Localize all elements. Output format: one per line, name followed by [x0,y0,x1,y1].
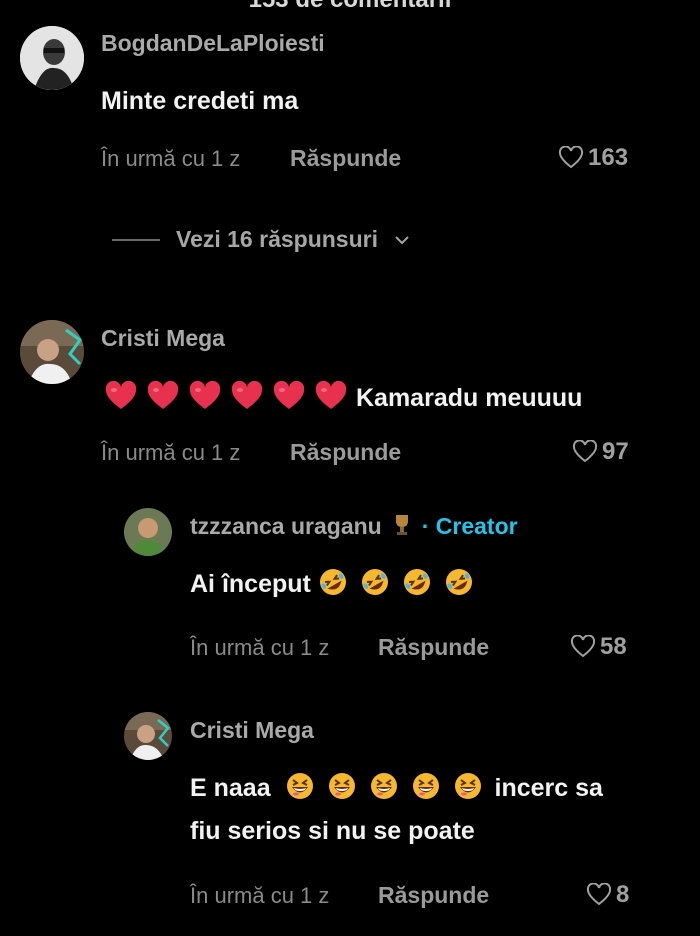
reply-button[interactable]: Răspunde [290,439,401,466]
reply-text-before: E naaa [190,774,271,802]
grin-emojis [285,773,495,802]
reply-text-line2: fiu serios si nu se poate [190,817,475,845]
comment-timestamp: În urmă cu 1 z [101,440,241,465]
red-heart-emoji [315,381,347,409]
red-heart-emoji [231,381,263,409]
reply-timestamp: În urmă cu 1 z [190,883,330,908]
trophy-icon [395,515,408,535]
reply-text-after: incerc sa [494,774,603,802]
like-count: 8 [616,881,630,908]
like-count: 97 [602,438,629,465]
avatar[interactable] [124,508,172,556]
reply-button[interactable]: Răspunde [378,634,489,661]
comment-username[interactable]: Cristi Mega [101,325,225,352]
comment-count-header: 153 de comentarii [0,0,700,14]
reply-username-text: tzzzanca uraganu [190,513,382,539]
like-button[interactable]: 58 [570,633,627,661]
heart-outline-icon [586,883,612,906]
rofl-emoji [403,569,430,595]
reply-username[interactable]: Cristi Mega [190,717,314,744]
comment-text: Kamaradu meuuuu [104,377,582,420]
reply-text: Ai început [190,563,486,606]
like-button[interactable]: 8 [586,881,629,909]
comment-text: Minte credeti ma [101,87,299,115]
red-heart-emoji [147,381,179,409]
heart-outline-icon [572,440,598,463]
reply-timestamp: În urmă cu 1 z [190,635,330,660]
grinning-squinting-emoji [328,773,355,799]
grinning-squinting-emoji [412,773,439,799]
rofl-emojis [318,569,486,598]
comment-text-content: Kamaradu meuuuu [356,384,583,412]
red-heart-emoji [105,381,137,409]
avatar[interactable] [20,26,84,90]
grinning-squinting-emoji [286,773,313,799]
grinning-squinting-emoji [454,773,481,799]
creator-badge: · Creator [421,513,518,539]
reply-username[interactable]: tzzzanca uraganu · Creator [190,513,518,540]
avatar[interactable] [20,320,84,384]
divider-line [112,238,160,241]
like-button[interactable]: 97 [572,438,629,466]
rofl-emoji [319,569,346,595]
red-heart-emoji [189,381,221,409]
view-replies-label: Vezi 16 răspunsuri [176,226,378,252]
grinning-squinting-emoji [370,773,397,799]
like-count: 163 [588,144,629,171]
chevron-down-icon [395,235,409,244]
heart-emojis [104,381,356,412]
view-replies-button[interactable]: Vezi 16 răspunsuri [112,226,410,253]
comment-timestamp: În urmă cu 1 z [101,146,241,171]
heart-outline-icon [570,635,596,658]
heart-outline-icon [558,146,584,169]
like-button[interactable]: 163 [558,144,628,172]
red-heart-emoji [273,381,305,409]
reply-button[interactable]: Răspunde [290,145,401,172]
reply-text-content: Ai început [190,570,311,598]
avatar[interactable] [124,712,172,760]
rofl-emoji [361,569,388,595]
rofl-emoji [445,569,472,595]
like-count: 58 [600,633,627,660]
comment-username[interactable]: BogdanDeLaPloiesti [101,30,325,57]
reply-button[interactable]: Răspunde [378,882,489,909]
reply-text: E naaa incerc sa [190,767,603,810]
